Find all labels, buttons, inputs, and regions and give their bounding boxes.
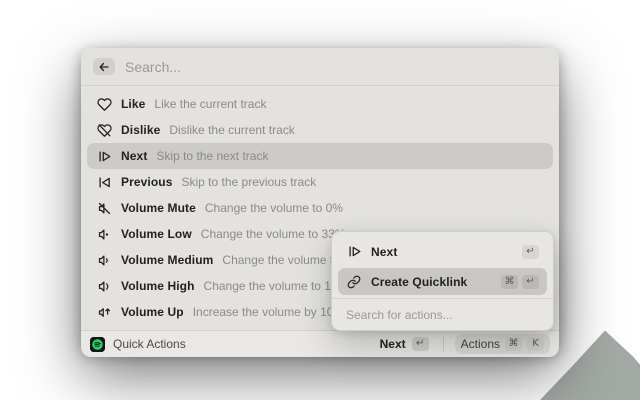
list-item-volume-mute[interactable]: Volume Mute Change the volume to 0%	[87, 195, 553, 221]
actions-menu-label: Actions	[461, 337, 500, 351]
status-bar: Quick Actions Next ↵ Actions ⌘ K	[81, 330, 559, 357]
popup-search-input[interactable]	[346, 308, 539, 322]
volume-high-icon	[96, 278, 112, 294]
k-keycap: K	[527, 337, 544, 351]
volume-up-icon	[96, 304, 112, 320]
list-item-label: Next	[121, 149, 147, 163]
skip-back-icon	[96, 174, 112, 190]
heart-off-icon	[96, 122, 112, 138]
list-item-description: Skip to the previous track	[182, 175, 317, 189]
primary-action-label: Next	[380, 337, 406, 351]
popup-item-create-quicklink[interactable]: Create Quicklink ⌘ ↵	[338, 268, 547, 295]
enter-keycap: ↵	[522, 275, 539, 289]
volume-low-icon	[96, 226, 112, 242]
skip-forward-icon	[346, 244, 362, 260]
list-item-description: Increase the volume by 10%	[193, 305, 344, 319]
volume-medium-icon	[96, 252, 112, 268]
list-item-description: Dislike the current track	[169, 123, 294, 137]
list-item-label: Volume High	[121, 279, 195, 293]
primary-action-button[interactable]: Next ↵	[377, 335, 432, 353]
list-item-label: Volume Up	[121, 305, 184, 319]
popup-item-keys: ↵	[522, 245, 539, 259]
list-item-label: Previous	[121, 175, 173, 189]
popup-item-label: Create Quicklink	[371, 275, 492, 289]
skip-forward-icon	[96, 148, 112, 164]
list-item-description: Skip to the next track	[156, 149, 268, 163]
enter-keycap: ↵	[522, 245, 539, 259]
spotify-icon	[90, 337, 105, 352]
search-input[interactable]	[125, 59, 547, 75]
list-item-description: Change the volume to 0%	[205, 201, 343, 215]
popup-item-next[interactable]: Next ↵	[338, 238, 547, 265]
list-item-label: Volume Low	[121, 227, 192, 241]
list-item-dislike[interactable]: Dislike Dislike the current track	[87, 117, 553, 143]
link-icon	[346, 274, 362, 290]
back-button[interactable]	[93, 58, 115, 75]
list-item-label: Like	[121, 97, 145, 111]
command-keycap: ⌘	[501, 275, 518, 289]
command-palette-window: Like Like the current track Dislike Disl…	[81, 48, 559, 352]
command-keycap: ⌘	[505, 337, 522, 351]
list-item-description: Like the current track	[154, 97, 266, 111]
list-item-previous[interactable]: Previous Skip to the previous track	[87, 169, 553, 195]
popup-item-keys: ⌘ ↵	[501, 275, 539, 289]
heart-icon	[96, 96, 112, 112]
search-bar	[81, 48, 559, 86]
actions-menu-button[interactable]: Actions ⌘ K	[455, 334, 550, 354]
status-app-name: Quick Actions	[113, 337, 186, 351]
enter-keycap: ↵	[412, 337, 429, 351]
volume-mute-icon	[96, 200, 112, 216]
arrow-left-icon	[96, 61, 112, 73]
list-item-label: Dislike	[121, 123, 160, 137]
list-item-next[interactable]: Next Skip to the next track	[87, 143, 553, 169]
list-item-label: Volume Medium	[121, 253, 213, 267]
list-item-label: Volume Mute	[121, 201, 196, 215]
list-item-like[interactable]: Like Like the current track	[87, 91, 553, 117]
status-divider	[443, 337, 444, 351]
actions-popup: Next ↵ Create Quicklink ⌘ ↵	[331, 231, 554, 331]
list-item-description: Change the volume to 33%	[201, 227, 346, 241]
desktop-background: Like Like the current track Dislike Disl…	[0, 0, 640, 400]
popup-search	[338, 299, 547, 330]
popup-item-label: Next	[371, 245, 513, 259]
